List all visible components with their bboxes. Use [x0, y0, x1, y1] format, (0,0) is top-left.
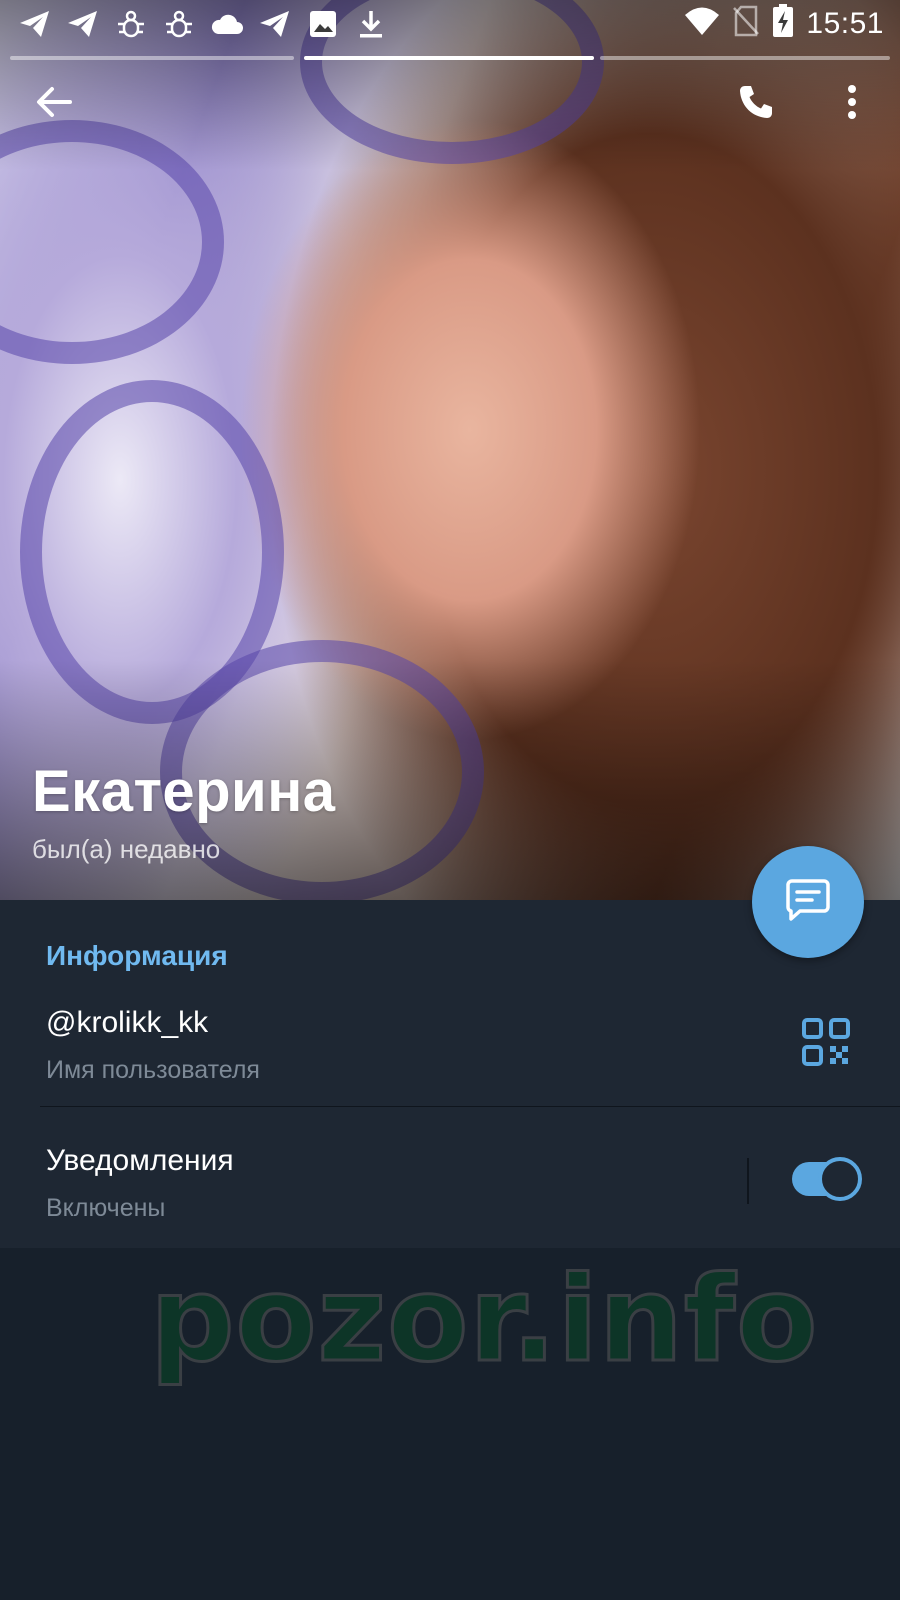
vertical-separator: [747, 1158, 749, 1204]
telegram-icon: [66, 8, 100, 40]
more-menu-button[interactable]: [820, 72, 884, 136]
story-progress-segment-active: [304, 56, 594, 60]
phone-icon: [737, 83, 775, 126]
notification-icons: [18, 8, 388, 40]
system-status: 15:51: [684, 4, 884, 43]
download-icon: [354, 8, 388, 40]
profile-name: Екатерина: [32, 759, 336, 824]
more-vertical-icon: [847, 84, 857, 125]
bug-icon: [114, 8, 148, 40]
qr-code-icon: [800, 1018, 852, 1072]
notifications-state: Включены: [46, 1194, 166, 1222]
arrow-left-icon: [36, 86, 72, 123]
bug-icon: [162, 8, 196, 40]
cloud-icon: [210, 8, 244, 40]
username-value[interactable]: @krolikk_kk: [46, 1006, 208, 1040]
no-sim-icon: [732, 5, 760, 42]
notifications-toggle[interactable]: [792, 1157, 862, 1201]
back-button[interactable]: [22, 72, 86, 136]
telegram-icon: [258, 8, 292, 40]
send-message-button[interactable]: [752, 846, 864, 958]
call-button[interactable]: [724, 72, 788, 136]
profile-photo[interactable]: 15:51 Екатерина был(а) недавно: [0, 0, 900, 900]
status-time: 15:51: [806, 6, 884, 40]
status-bar: 15:51: [0, 0, 900, 48]
notifications-label: Уведомления: [46, 1144, 234, 1177]
battery-charging-icon: [772, 4, 794, 43]
info-panel: Информация @krolikk_kk Имя пользователя …: [0, 900, 900, 1248]
image-icon: [306, 8, 340, 40]
last-seen-status: был(а) недавно: [32, 834, 221, 864]
watermark: pozor.info: [149, 1249, 819, 1390]
username-label: Имя пользователя: [46, 1056, 260, 1084]
toggle-knob: [818, 1157, 862, 1201]
story-progress-segment: [10, 56, 294, 60]
telegram-icon: [18, 8, 52, 40]
wifi-icon: [684, 6, 720, 41]
qr-code-button[interactable]: [800, 1016, 852, 1068]
story-progress-segment: [600, 56, 890, 60]
message-icon: [785, 878, 831, 927]
row-divider: [40, 1106, 900, 1107]
section-title-info: Информация: [46, 940, 228, 971]
